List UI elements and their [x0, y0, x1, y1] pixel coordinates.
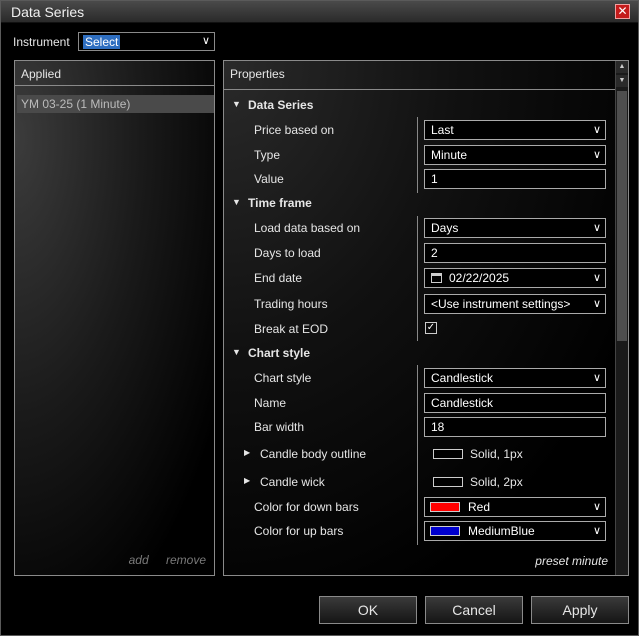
color-down-select[interactable]: Red ∨ [424, 497, 606, 517]
prop-color-down-bars: Color for down bars Red ∨ [224, 495, 616, 519]
prop-name: Name Candlestick [224, 391, 616, 415]
price-based-on-select[interactable]: Last ∨ [424, 120, 606, 140]
properties-header: Properties [230, 67, 285, 81]
collapse-triangle-icon[interactable]: ▼ [232, 197, 241, 207]
chevron-down-icon: ∨ [201, 35, 210, 47]
data-series-dialog: Data Series ✕ Instrument Select ∨ Applie… [0, 0, 639, 636]
prop-candle-body-outline: ▶ Candle body outline Solid, 1px [244, 447, 523, 461]
collapse-triangle-icon[interactable]: ▼ [232, 347, 241, 357]
prop-bar-width: Bar width 18 [224, 415, 616, 439]
chart-style-select[interactable]: Candlestick ∨ [424, 368, 606, 388]
category-time-frame[interactable]: ▼ Time frame [224, 192, 616, 216]
prop-value: Value 1 [224, 167, 616, 191]
cancel-button[interactable]: Cancel [425, 596, 523, 624]
stroke-swatch[interactable] [433, 477, 463, 487]
prop-break-at-eod: Break at EOD ✓ [254, 322, 437, 336]
calendar-icon [431, 273, 442, 283]
color-up-select[interactable]: MediumBlue ∨ [424, 521, 606, 541]
prop-load-data-based-on: Load data based on Days ∨ [224, 216, 616, 240]
ok-button[interactable]: OK [319, 596, 417, 624]
chevron-down-icon: ∨ [592, 272, 601, 284]
scroll-up-icon[interactable]: ▲ [616, 61, 628, 73]
instrument-value: Select [83, 35, 121, 49]
chevron-down-icon: ∨ [592, 149, 601, 161]
type-select[interactable]: Minute ∨ [424, 145, 606, 165]
candle-body-outline-value[interactable]: Solid, 1px [470, 447, 523, 461]
value-input[interactable]: 1 [424, 169, 606, 189]
properties-header-divider [224, 89, 616, 90]
window-title: Data Series [11, 4, 85, 20]
stroke-swatch[interactable] [433, 449, 463, 459]
bar-width-input[interactable]: 18 [424, 417, 606, 437]
end-date-picker[interactable]: 02/22/2025 ∨ [424, 268, 606, 288]
chevron-down-icon: ∨ [592, 298, 601, 310]
name-input[interactable]: Candlestick [424, 393, 606, 413]
chevron-down-icon: ∨ [592, 124, 601, 136]
red-color-swatch [430, 502, 460, 512]
load-data-based-on-select[interactable]: Days ∨ [424, 218, 606, 238]
chevron-down-icon: ∨ [592, 372, 601, 384]
prop-color-up-bars: Color for up bars MediumBlue ∨ [224, 519, 616, 543]
title-bar: Data Series ✕ [1, 1, 638, 23]
category-data-series[interactable]: ▼ Data Series [224, 94, 616, 118]
break-at-eod-checkbox[interactable]: ✓ [425, 322, 437, 334]
prop-price-based-on: Price based on Last ∨ [224, 118, 616, 142]
expand-triangle-icon[interactable]: ▶ [244, 476, 250, 485]
applied-panel: Applied YM 03-25 (1 Minute) add remove [14, 60, 215, 576]
candle-wick-value[interactable]: Solid, 2px [470, 475, 523, 489]
applied-header: Applied [15, 61, 214, 86]
properties-panel: Properties ▲ ▼ ▼ Data Series Price based… [223, 60, 629, 576]
chevron-down-icon: ∨ [592, 501, 601, 513]
category-chart-style[interactable]: ▼ Chart style [224, 342, 616, 366]
scroll-down-icon[interactable]: ▼ [616, 75, 628, 87]
expand-triangle-icon[interactable]: ▶ [244, 448, 250, 457]
applied-list-item[interactable]: YM 03-25 (1 Minute) [17, 95, 214, 113]
applied-footer: add remove [115, 553, 206, 567]
blue-color-swatch [430, 526, 460, 536]
prop-days-to-load: Days to load 2 [224, 241, 616, 265]
apply-button[interactable]: Apply [531, 596, 629, 624]
instrument-label: Instrument [13, 35, 70, 49]
remove-link[interactable]: remove [166, 553, 206, 567]
prop-candle-wick: ▶ Candle wick Solid, 2px [244, 475, 523, 489]
close-icon[interactable]: ✕ [615, 4, 630, 19]
chevron-down-icon: ∨ [592, 525, 601, 537]
trading-hours-select[interactable]: <Use instrument settings> ∨ [424, 294, 606, 314]
prop-trading-hours: Trading hours <Use instrument settings> … [224, 292, 616, 316]
add-link[interactable]: add [129, 553, 149, 567]
prop-type: Type Minute ∨ [224, 143, 616, 167]
chevron-down-icon: ∨ [592, 222, 601, 234]
days-to-load-input[interactable]: 2 [424, 243, 606, 263]
collapse-triangle-icon[interactable]: ▼ [232, 99, 241, 109]
instrument-select[interactable]: Select ∨ [78, 32, 215, 51]
prop-end-date: End date 02/22/2025 ∨ [224, 266, 616, 290]
preset-link[interactable]: preset minute [535, 554, 608, 568]
scroll-thumb[interactable] [617, 91, 627, 341]
prop-chart-style: Chart style Candlestick ∨ [224, 366, 616, 390]
properties-scrollbar[interactable]: ▲ ▼ [615, 61, 628, 575]
